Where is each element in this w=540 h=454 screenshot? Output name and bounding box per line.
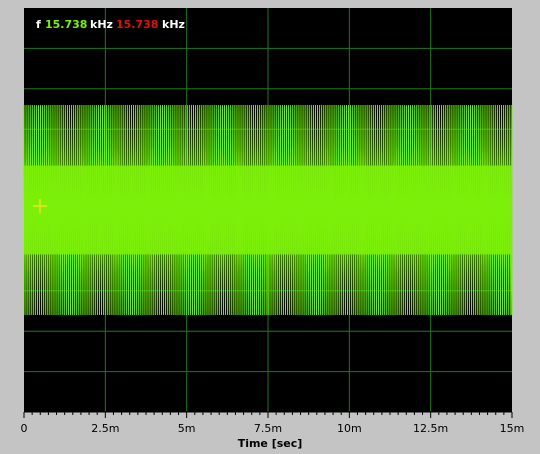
frequency-value-green: 15.738 [45,18,87,31]
oscilloscope-panel: f 15.738 kHz 15.738 kHz 0 2.5m 5m 7.5m 10m 12… [0,0,540,454]
x-tick-label: 0 [21,422,28,435]
frequency-label: f [36,18,41,31]
x-axis-title: Time [sec] [238,437,303,450]
x-tick-label: 7.5m [254,422,282,435]
frequency-unit-green: kHz [90,18,113,31]
x-tick-label: 15m [500,422,525,435]
x-tick-label: 12.5m [413,422,448,435]
x-tick-label: 10m [337,422,362,435]
frequency-value-red: 15.738 [116,18,158,31]
waveform-graph[interactable]: f 15.738 kHz 15.738 kHz 0 2.5m 5m 7.5m 10m 12… [0,0,540,454]
x-tick-label: 5m [178,422,196,435]
x-tick-label: 2.5m [91,422,119,435]
x-axis: 0 2.5m 5m 7.5m 10m 12.5m 15m [21,411,525,435]
frequency-unit-red: kHz [162,18,185,31]
